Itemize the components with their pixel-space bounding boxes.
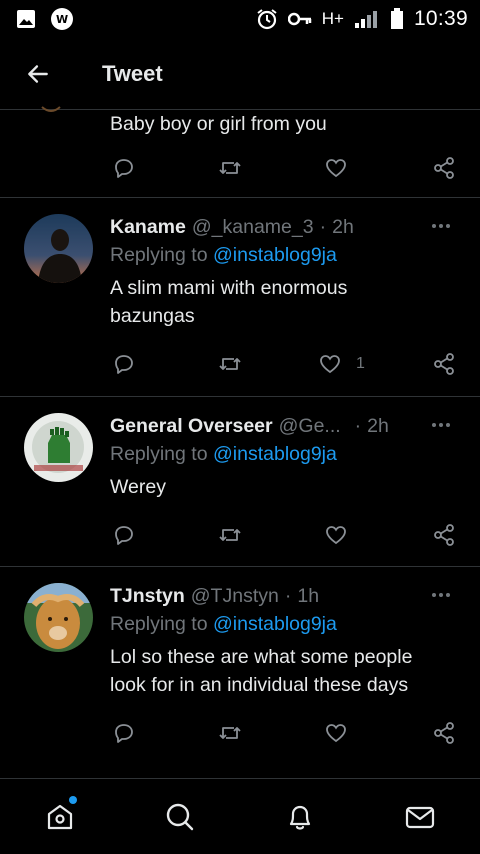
avatar[interactable] <box>24 583 93 652</box>
share-icon <box>434 722 454 744</box>
avatar[interactable] <box>40 104 62 116</box>
replying-label: Replying to <box>110 613 208 635</box>
heart-icon <box>320 355 340 374</box>
like-button[interactable] <box>324 520 348 550</box>
tweet-text: A slim mami with enormous bazungas <box>110 277 348 327</box>
share-button[interactable] <box>432 153 456 183</box>
replying-to: Replying to @instablog9ja <box>110 244 460 272</box>
replies-feed: Baby boy or girl from you Kaname @_kanam… <box>0 106 480 779</box>
mention-link[interactable]: @instablog9ja <box>213 613 337 635</box>
username[interactable]: @TJnstyn <box>191 585 279 608</box>
tweet-actions <box>110 520 460 550</box>
bottom-navigation <box>0 778 480 854</box>
nav-home[interactable] <box>0 779 120 854</box>
more-options-button[interactable] <box>432 423 454 431</box>
avatar[interactable] <box>24 214 93 283</box>
clock: 10:39 <box>413 7 468 30</box>
tweet[interactable]: Baby boy or girl from you <box>0 106 480 198</box>
like-button[interactable] <box>324 153 348 183</box>
replying-to: Replying to @instablog9ja <box>110 443 460 471</box>
tweet-actions: 1 <box>110 349 460 379</box>
timestamp: 1h <box>297 584 320 607</box>
app-notification-icon: W <box>50 7 74 31</box>
retweet-button[interactable] <box>217 718 243 748</box>
reply-button[interactable] <box>112 718 136 748</box>
more-options-button[interactable] <box>432 224 454 232</box>
like-button[interactable]: 1 <box>318 349 365 379</box>
reply-icon <box>115 159 133 178</box>
messages-envelope-icon <box>405 806 435 828</box>
back-button[interactable] <box>0 38 76 110</box>
avatar[interactable] <box>24 413 93 482</box>
tweet-text: Baby boy or girl from you <box>110 113 327 135</box>
search-icon <box>166 803 194 830</box>
share-button[interactable] <box>432 718 456 748</box>
like-count: 1 <box>356 355 365 372</box>
reply-button[interactable] <box>112 349 136 379</box>
mention-link[interactable]: @instablog9ja <box>213 244 337 266</box>
gallery-icon <box>16 9 36 29</box>
tweet-text: Werey <box>110 476 166 498</box>
tweet[interactable]: General Overseer @Ge... · 2h Replying to… <box>0 397 480 567</box>
username[interactable]: @_kaname_3 <box>192 216 314 239</box>
tweet[interactable]: TJnstyn @TJnstyn · 1h Replying to @insta… <box>0 567 480 779</box>
like-button[interactable] <box>324 718 348 748</box>
reply-icon <box>115 724 133 743</box>
timestamp: 2h <box>367 414 389 437</box>
network-type: H+ <box>321 9 344 28</box>
display-name[interactable]: General Overseer <box>110 415 273 438</box>
notifications-bell-icon <box>289 805 311 830</box>
tweet-actions <box>110 153 460 183</box>
retweet-icon <box>219 162 241 174</box>
separator: · <box>319 215 327 238</box>
share-icon <box>434 353 454 375</box>
arrow-left-icon <box>28 64 48 83</box>
share-button[interactable] <box>432 520 456 550</box>
reply-icon <box>115 526 133 545</box>
retweet-button[interactable] <box>217 153 243 183</box>
reply-button[interactable] <box>112 153 136 183</box>
unread-indicator <box>69 796 77 804</box>
retweet-icon <box>219 529 241 541</box>
tweet-actions <box>110 718 460 748</box>
page-title: Tweet <box>102 60 163 86</box>
retweet-icon <box>219 727 241 739</box>
reply-button[interactable] <box>112 520 136 550</box>
heart-icon <box>326 159 346 178</box>
share-button[interactable] <box>432 349 456 379</box>
share-icon <box>434 524 454 546</box>
retweet-button[interactable] <box>217 520 243 550</box>
battery-icon <box>390 8 404 30</box>
share-icon <box>434 157 454 179</box>
vpn-key-icon <box>287 12 312 26</box>
separator: · <box>354 414 362 437</box>
reply-icon <box>115 355 133 374</box>
username[interactable]: @Ge... <box>279 415 341 438</box>
heart-icon <box>326 724 346 743</box>
home-icon <box>47 804 73 829</box>
alarm-icon <box>256 8 278 30</box>
retweet-button[interactable] <box>217 349 243 379</box>
replying-to: Replying to @instablog9ja <box>110 613 460 641</box>
signal-icon <box>354 9 380 29</box>
mention-link[interactable]: @instablog9ja <box>213 443 337 465</box>
nav-search[interactable] <box>120 779 240 854</box>
replying-label: Replying to <box>110 443 208 465</box>
svg-text:W: W <box>56 13 68 26</box>
more-options-button[interactable] <box>432 593 454 601</box>
separator: · <box>284 584 292 607</box>
timestamp: 2h <box>332 215 354 238</box>
tweet[interactable]: Kaname @_kaname_3 · 2h Replying to @inst… <box>0 198 480 397</box>
retweet-icon <box>219 358 241 370</box>
display-name[interactable]: TJnstyn <box>110 585 185 608</box>
display-name[interactable]: Kaname <box>110 216 186 239</box>
status-bar: W H+ 10:39 <box>0 0 480 38</box>
nav-notifications[interactable] <box>240 779 360 854</box>
app-header: Tweet <box>0 38 480 110</box>
nav-messages[interactable] <box>360 779 480 854</box>
tweet-text: Lol so these are what some people look f… <box>110 646 413 696</box>
replying-label: Replying to <box>110 244 208 266</box>
heart-icon <box>326 526 346 545</box>
